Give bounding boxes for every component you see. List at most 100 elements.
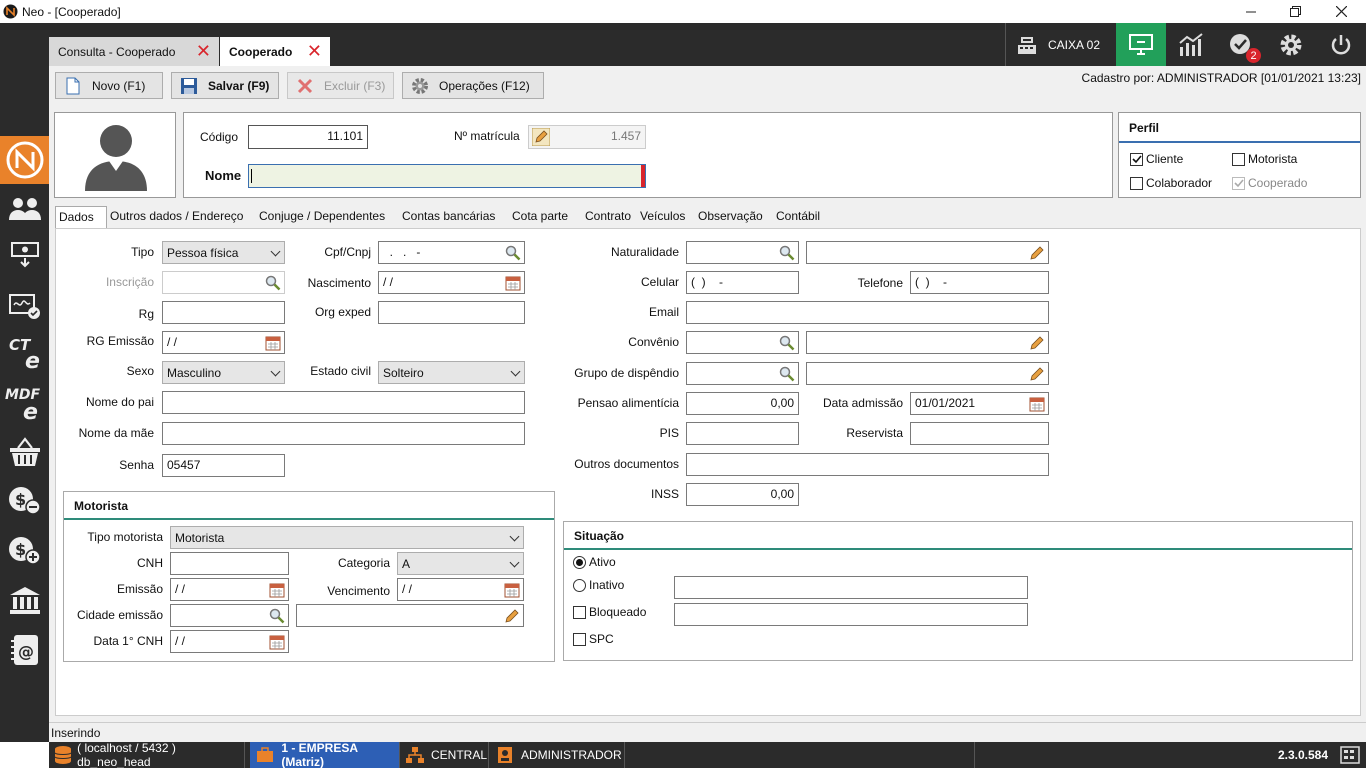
emissao-field[interactable]: / / xyxy=(170,578,289,601)
operacoes-button[interactable]: Operações (F12) xyxy=(402,72,544,99)
empresa-indicator[interactable]: 1 - EMPRESA (Matriz) xyxy=(250,741,400,769)
minimize-button[interactable] xyxy=(1228,0,1274,23)
outros-docs-field[interactable] xyxy=(686,453,1049,476)
excluir-button[interactable]: Excluir (F3) xyxy=(287,72,394,99)
monitor-button[interactable] xyxy=(1116,23,1166,66)
sidebar-item-contacts[interactable]: @ xyxy=(0,628,49,672)
close-tab-icon[interactable]: ✕ xyxy=(196,42,211,60)
search-icon[interactable] xyxy=(777,364,797,383)
inativo-radio[interactable] xyxy=(573,579,586,592)
sidebar-logo[interactable] xyxy=(0,136,49,184)
pencil-icon[interactable] xyxy=(502,606,522,625)
cnh-field[interactable] xyxy=(170,552,289,575)
tab-conjuge[interactable]: Conjuge / Dependentes xyxy=(256,206,388,227)
sidebar-item-expenses[interactable]: $ xyxy=(0,478,49,522)
pis-field[interactable] xyxy=(686,422,799,445)
calendar-icon[interactable] xyxy=(263,333,283,352)
data-cnh-field[interactable]: / / xyxy=(170,630,289,653)
colaborador-checkbox[interactable] xyxy=(1130,177,1143,190)
inativo-motivo-field[interactable] xyxy=(674,576,1028,599)
tab-contrato[interactable]: Contrato xyxy=(582,206,634,227)
sidebar-item-people[interactable] xyxy=(0,186,49,230)
naturalidade-name-field[interactable] xyxy=(806,241,1049,264)
categoria-select[interactable]: A xyxy=(397,552,524,575)
tab-veiculos[interactable]: Veículos xyxy=(637,206,688,227)
grupo-name-field[interactable] xyxy=(806,362,1049,385)
tab-cota-parte[interactable]: Cota parte xyxy=(509,206,571,227)
convenio-code-field[interactable] xyxy=(686,331,799,354)
bloqueado-checkbox[interactable] xyxy=(573,606,586,619)
org-exped-field[interactable] xyxy=(378,301,525,324)
nascimento-field[interactable]: / / xyxy=(378,271,525,294)
convenio-name-field[interactable] xyxy=(806,331,1049,354)
senha-field[interactable]: 05457 xyxy=(162,454,285,477)
inscricao-field[interactable] xyxy=(162,271,285,294)
pencil-icon[interactable] xyxy=(532,128,550,146)
grupo-code-field[interactable] xyxy=(686,362,799,385)
nome-field[interactable] xyxy=(248,164,646,188)
tab-consulta-cooperado[interactable]: Consulta - Cooperado ✕ xyxy=(49,37,219,66)
rg-field[interactable] xyxy=(162,301,285,324)
keyboard-icon[interactable] xyxy=(1340,746,1360,764)
sidebar-item-signature[interactable] xyxy=(0,284,49,328)
restore-button[interactable] xyxy=(1272,0,1318,23)
cidade-code-field[interactable] xyxy=(170,604,289,627)
sexo-select[interactable]: Masculino xyxy=(162,361,285,384)
codigo-field[interactable]: 11.101 xyxy=(248,125,368,149)
logout-button[interactable] xyxy=(1316,23,1366,66)
pencil-icon[interactable] xyxy=(1027,364,1047,383)
central-indicator[interactable]: CENTRAL xyxy=(401,742,489,768)
calendar-icon[interactable] xyxy=(1027,394,1047,413)
sidebar-item-income[interactable]: $ xyxy=(0,528,49,572)
sidebar-item-basket[interactable] xyxy=(0,430,49,474)
sidebar-item-cte[interactable]: CT e xyxy=(0,330,49,374)
spc-checkbox[interactable] xyxy=(573,633,586,646)
bloqueado-motivo-field[interactable] xyxy=(674,603,1028,626)
sidebar-item-cash[interactable] xyxy=(0,232,49,276)
celular-field[interactable]: ( ) - xyxy=(686,271,799,294)
cidade-name-field[interactable] xyxy=(296,604,524,627)
data-admissao-field[interactable]: 01/01/2021 xyxy=(910,392,1049,415)
pencil-icon[interactable] xyxy=(1027,333,1047,352)
user-indicator[interactable]: ADMINISTRADOR xyxy=(490,742,625,768)
tab-contas-bancarias[interactable]: Contas bancárias xyxy=(399,206,498,227)
tab-dados[interactable]: Dados xyxy=(55,206,107,229)
tab-outros-dados[interactable]: Outros dados / Endereço xyxy=(107,206,246,227)
pencil-icon[interactable] xyxy=(1027,243,1047,262)
novo-button[interactable]: Novo (F1) xyxy=(55,72,163,99)
nome-pai-field[interactable] xyxy=(162,391,525,414)
inss-field[interactable]: 0,00 xyxy=(686,483,799,506)
tasks-button[interactable]: 2 xyxy=(1216,23,1266,66)
tipo-motorista-select[interactable]: Motorista xyxy=(170,526,524,549)
reservista-field[interactable] xyxy=(910,422,1049,445)
cooperado-checkbox[interactable] xyxy=(1232,177,1245,190)
email-field[interactable] xyxy=(686,301,1049,324)
settings-button[interactable] xyxy=(1266,23,1316,66)
pensao-field[interactable]: 0,00 xyxy=(686,392,799,415)
tab-observacao[interactable]: Observação xyxy=(695,206,766,227)
vencimento-field[interactable]: / / xyxy=(397,578,524,601)
cpf-field[interactable]: . . - xyxy=(378,241,525,264)
estado-civil-select[interactable]: Solteiro xyxy=(378,361,525,384)
rg-emissao-field[interactable]: / / xyxy=(162,331,285,354)
sidebar-item-mdfe[interactable]: MDF e xyxy=(0,380,49,424)
calendar-icon[interactable] xyxy=(502,580,522,599)
caixa-indicator[interactable]: CAIXA 02 xyxy=(1012,23,1115,66)
telefone-field[interactable]: ( ) - xyxy=(910,271,1049,294)
db-connection[interactable]: ( localhost / 5432 ) db_neo_head xyxy=(49,741,245,769)
cliente-checkbox[interactable] xyxy=(1130,153,1143,166)
nome-mae-field[interactable] xyxy=(162,422,525,445)
salvar-button[interactable]: Salvar (F9) xyxy=(171,72,279,99)
search-icon[interactable] xyxy=(263,273,283,292)
motorista-checkbox[interactable] xyxy=(1232,153,1245,166)
search-icon[interactable] xyxy=(777,333,797,352)
close-window-button[interactable] xyxy=(1318,0,1364,23)
photo-box[interactable] xyxy=(54,112,176,198)
search-icon[interactable] xyxy=(503,243,523,262)
search-icon[interactable] xyxy=(777,243,797,262)
calendar-icon[interactable] xyxy=(267,632,287,651)
search-icon[interactable] xyxy=(267,606,287,625)
calendar-icon[interactable] xyxy=(503,273,523,292)
sidebar-item-bank[interactable] xyxy=(0,578,49,622)
tipo-select[interactable]: Pessoa física xyxy=(162,241,285,264)
